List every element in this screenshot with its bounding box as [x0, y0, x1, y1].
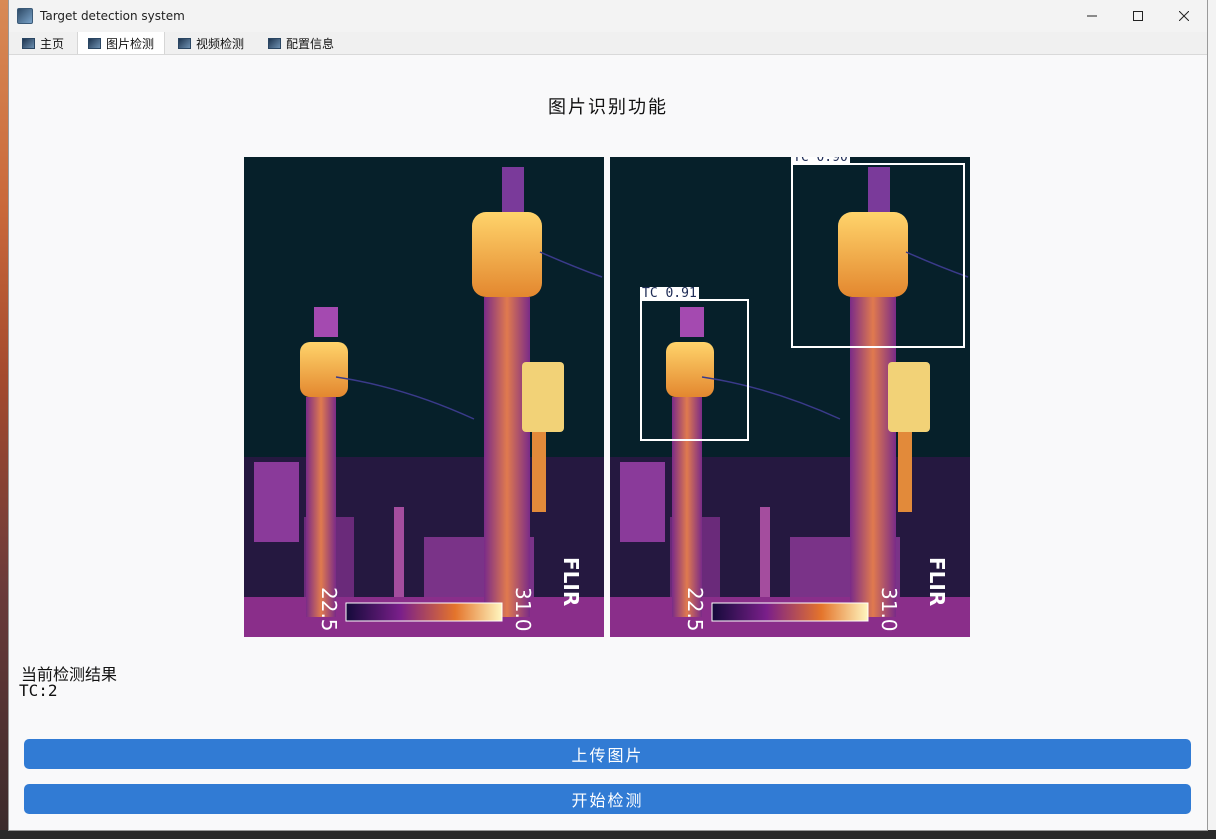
minimize-button[interactable] — [1069, 0, 1115, 32]
desktop-taskbar-strip — [0, 830, 1216, 839]
scale-min-label: 22.5 — [683, 587, 707, 632]
upload-image-button[interactable]: 上传图片 — [24, 739, 1191, 769]
desktop-background-left — [0, 0, 8, 839]
tab-label: 主页 — [40, 37, 65, 51]
minimize-icon — [1087, 15, 1097, 17]
scale-max-label: 31.0 — [877, 587, 901, 632]
tab-image-icon — [22, 38, 35, 49]
tab-image-icon — [178, 38, 192, 49]
image-detection-page: 图片识别功能 22.5 31.0 FLIR 22.5 31.0 FLIR TC … — [9, 55, 1207, 830]
tab-label: 配置信息 — [286, 37, 335, 51]
thermal-scene: 22.5 31.0 FLIR — [244, 157, 604, 637]
tab-home[interactable]: 主页 — [11, 32, 75, 54]
detection-box: TC 0.91 — [640, 287, 749, 441]
scale-min-label: 22.5 — [317, 587, 341, 632]
original-image: 22.5 31.0 FLIR — [244, 157, 604, 637]
window-controls — [1069, 0, 1207, 32]
tab-label: 视频检测 — [196, 37, 245, 51]
brand-logo-text: FLIR — [925, 557, 949, 606]
tab-image-icon — [88, 37, 102, 49]
maximize-icon — [1133, 11, 1143, 21]
detection-label: TC 0.90 — [791, 157, 850, 165]
close-button[interactable] — [1161, 0, 1207, 32]
results-value: TC:2 — [19, 681, 58, 700]
tab-image-detection[interactable]: 图片检测 — [77, 31, 166, 54]
app-icon — [17, 8, 33, 24]
tab-config-info[interactable]: 配置信息 — [257, 32, 345, 54]
title-bar[interactable]: Target detection system — [9, 0, 1207, 32]
detected-image: 22.5 31.0 FLIR TC 0.91 TC 0.90 — [610, 157, 970, 637]
detection-box: TC 0.90 — [791, 157, 965, 348]
detection-label: TC 0.91 — [640, 286, 699, 301]
window-title: Target detection system — [40, 9, 185, 23]
page-title: 图片识别功能 — [548, 97, 668, 118]
start-detection-button[interactable]: 开始检测 — [24, 784, 1191, 814]
scale-max-label: 31.0 — [511, 587, 535, 632]
background-window-right — [1207, 0, 1216, 839]
brand-logo-text: FLIR — [559, 557, 583, 606]
maximize-button[interactable] — [1115, 0, 1161, 32]
tab-label: 图片检测 — [106, 36, 155, 51]
tab-video-detection[interactable]: 视频检测 — [167, 32, 255, 54]
app-window: Target detection system 主页 图片检测 视频检测 配置信… — [8, 0, 1208, 831]
tab-image-icon — [268, 38, 282, 49]
tab-bar: 主页 图片检测 视频检测 配置信息 — [9, 31, 1207, 55]
close-icon — [1179, 11, 1189, 21]
